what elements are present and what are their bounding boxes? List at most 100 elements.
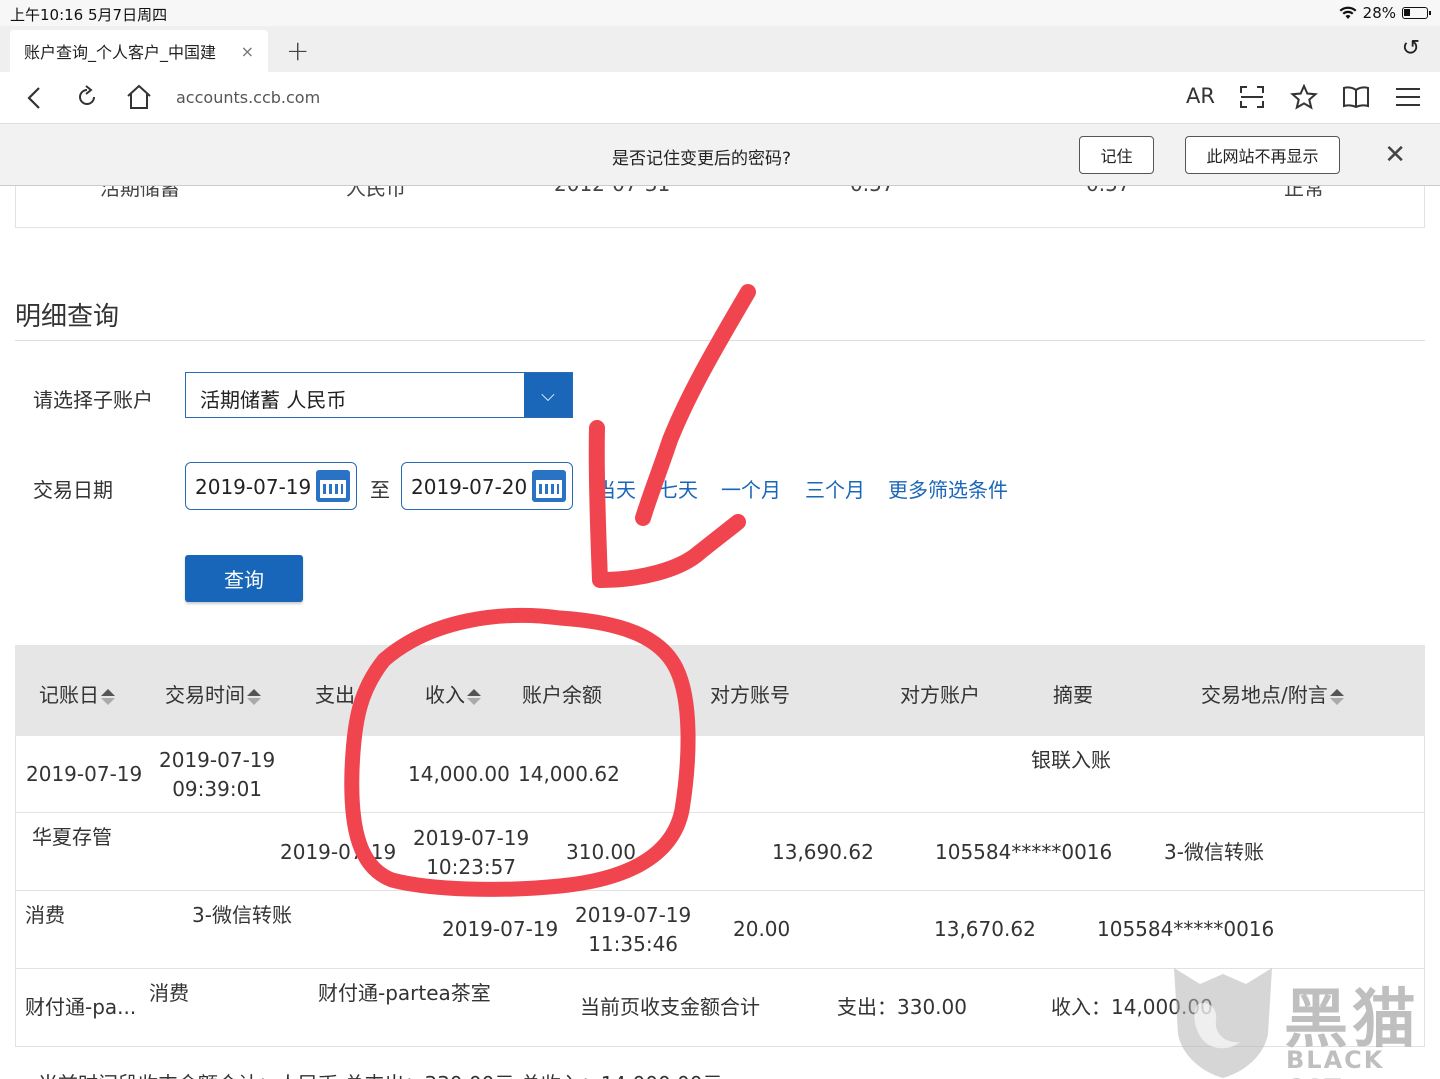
sort-icon[interactable] xyxy=(101,688,115,705)
sort-icon[interactable] xyxy=(467,688,481,705)
summary-cell: 人民币 xyxy=(346,186,406,200)
row-expense: 310.00 xyxy=(566,840,636,864)
page-title: 明细查询 xyxy=(15,302,120,332)
black-cat-watermark: 黑猫 BLACK CAT xyxy=(1168,964,1440,1079)
time-clock: 10:23:57 xyxy=(426,855,517,879)
header-income[interactable]: 收入 xyxy=(425,679,481,708)
quick-link-seven-days[interactable]: 七天 xyxy=(658,474,698,503)
header-label: 交易地点/附言 xyxy=(1201,683,1328,707)
watermark-en: BLACK CAT xyxy=(1286,1046,1385,1079)
tab-close-icon[interactable]: × xyxy=(241,42,254,61)
header-counterparty-number: 对方账号 xyxy=(710,683,790,707)
annotation-arrow-head xyxy=(588,420,746,588)
more-filters-link[interactable]: 更多筛选条件 xyxy=(888,474,1008,503)
reader-book-icon[interactable] xyxy=(1342,86,1370,108)
calendar-icon[interactable] xyxy=(532,470,566,502)
header-booking-date[interactable]: 记账日 xyxy=(39,679,115,708)
header-location-note[interactable]: 交易地点/附言 xyxy=(1201,679,1344,708)
row-cell: 消费 xyxy=(25,903,65,927)
date-to-value: 2019-07-20 xyxy=(411,475,528,499)
header-expense[interactable]: 支出 xyxy=(315,679,371,708)
row-date: 2019-07-19 xyxy=(26,762,143,786)
row-expense: 20.00 xyxy=(733,917,791,941)
status-time: 上午10:16 5月7日周四 xyxy=(10,6,168,24)
browser-tab[interactable]: 账户查询_个人客户_中国建 × xyxy=(10,30,268,72)
cat-shield-logo xyxy=(1174,968,1272,1078)
row-cell: 华夏存管 xyxy=(32,825,112,849)
status-right: 28% xyxy=(1339,4,1431,22)
tab-title: 账户查询_个人客户_中国建 xyxy=(24,43,217,62)
reload-icon[interactable] xyxy=(75,85,99,109)
row-summary: 银联入账 xyxy=(1031,748,1111,772)
row-date: 2019-07-19 xyxy=(442,917,559,941)
table-row: 2019-07-19 2019-07-19 09:39:01 14,000.00 … xyxy=(15,736,1425,813)
chevron-down-icon[interactable]: ⌵ xyxy=(524,373,572,417)
battery-percent: 28% xyxy=(1362,4,1396,22)
date-to-field[interactable]: 2019-07-20 xyxy=(401,462,573,510)
time-clock: 11:35:46 xyxy=(588,932,679,956)
bookmark-star-icon[interactable] xyxy=(1290,84,1318,110)
quick-link-three-months[interactable]: 三个月 xyxy=(805,474,865,503)
row-balance: 13,670.62 xyxy=(934,917,1036,941)
quick-link-today[interactable]: 当天 xyxy=(596,474,636,503)
date-from-field[interactable]: 2019-07-19 xyxy=(185,462,357,510)
row-note: 3-微信转账 xyxy=(1164,840,1264,864)
battery-icon xyxy=(1402,7,1431,19)
period-total-text: 当前时间段收支金额合计：人民币 总支出：330.00元 总收入：14,000.0… xyxy=(38,1068,722,1079)
page-expense-total: 支出：330.00 xyxy=(837,995,967,1019)
summary-cell: 2012-07-31 xyxy=(554,186,670,196)
header-trade-time[interactable]: 交易时间 xyxy=(165,679,261,708)
sub-account-label: 请选择子账户 xyxy=(33,388,153,412)
header-balance: 账户余额 xyxy=(522,683,602,707)
time-date: 2019-07-19 xyxy=(159,748,276,772)
sort-icon[interactable] xyxy=(1329,688,1344,705)
row-balance: 14,000.62 xyxy=(518,762,620,786)
prompt-message: 是否记住变更后的密码? xyxy=(612,149,792,169)
row-date: 2019-07-19 xyxy=(280,840,397,864)
never-show-button[interactable]: 此网站不再显示 xyxy=(1185,136,1340,174)
menu-icon[interactable] xyxy=(1395,87,1421,107)
sort-icon[interactable] xyxy=(357,688,371,705)
scan-icon[interactable] xyxy=(1240,86,1264,108)
table-row: 消费 3-微信转账 2019-07-19 2019-07-19 11:35:46 … xyxy=(15,891,1425,969)
summary-cell: 正常 xyxy=(1284,186,1324,200)
close-icon[interactable]: ✕ xyxy=(1384,140,1406,170)
address-bar: accounts.ccb.com AR xyxy=(0,72,1440,124)
header-label: 支出 xyxy=(315,683,355,707)
sub-account-value: 活期储蓄 人民币 xyxy=(200,388,347,412)
password-prompt-bar: 是否记住变更后的密码? 记住 此网站不再显示 ✕ xyxy=(0,124,1440,186)
sub-account-select[interactable]: 活期储蓄 人民币 ⌵ xyxy=(185,372,573,418)
row-time: 2019-07-19 09:39:01 xyxy=(159,746,275,804)
query-button[interactable]: 查询 xyxy=(185,555,303,602)
quick-link-one-month[interactable]: 一个月 xyxy=(721,474,781,503)
remember-button[interactable]: 记住 xyxy=(1079,136,1154,174)
summary-cell: 活期储蓄 xyxy=(100,186,180,200)
row-cell: 财付通-partea茶室 xyxy=(318,981,491,1005)
row-account: 105584*****0016 xyxy=(935,840,1113,864)
wifi-icon xyxy=(1339,6,1357,19)
table-row: 华夏存管 2019-07-19 2019-07-19 10:23:57 310.0… xyxy=(15,813,1425,891)
row-time: 2019-07-19 11:35:46 xyxy=(575,901,691,959)
calendar-icon[interactable] xyxy=(316,470,350,502)
row-income: 14,000.00 xyxy=(408,762,510,786)
header-label: 交易时间 xyxy=(165,683,245,707)
url-field[interactable]: accounts.ccb.com xyxy=(176,88,320,107)
ar-button[interactable]: AR xyxy=(1186,84,1215,108)
undo-icon[interactable]: ↺ xyxy=(1402,36,1420,61)
home-icon[interactable] xyxy=(125,84,153,110)
page-total-label: 当前页收支金额合计 xyxy=(580,995,760,1019)
divider xyxy=(15,340,1425,341)
tab-bar: 账户查询_个人客户_中国建 × + ↺ xyxy=(0,26,1440,72)
back-icon[interactable] xyxy=(26,86,42,110)
new-tab-button[interactable]: + xyxy=(286,34,309,67)
time-date: 2019-07-19 xyxy=(575,903,692,927)
date-separator: 至 xyxy=(370,478,390,502)
header-label: 记账日 xyxy=(39,683,99,707)
sort-icon[interactable] xyxy=(247,688,261,705)
date-label: 交易日期 xyxy=(33,478,113,502)
account-summary-row: 活期储蓄 人民币 2012-07-31 0.57 0.57 正常 xyxy=(15,186,1425,228)
row-time: 2019-07-19 10:23:57 xyxy=(413,824,529,882)
row-balance: 13,690.62 xyxy=(772,840,874,864)
row-cell: 财付通-pa... xyxy=(25,995,137,1019)
date-from-value: 2019-07-19 xyxy=(195,475,312,499)
